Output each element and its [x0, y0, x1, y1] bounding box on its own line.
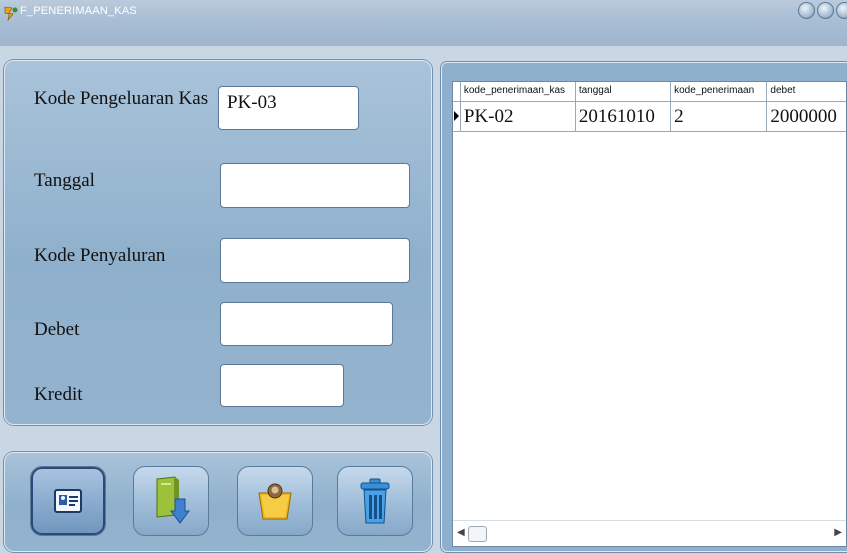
table-cell[interactable]: 2000000 — [767, 102, 846, 131]
debet-label: Debet — [34, 319, 80, 340]
horizontal-scrollbar[interactable]: ◀ ▶ — [453, 520, 846, 546]
tanggal-input[interactable] — [220, 163, 410, 208]
close-button[interactable] — [836, 2, 847, 19]
table-row[interactable]: PK-02 20161010 2 2000000 — [453, 102, 846, 132]
tanggal-label: Tanggal — [34, 170, 95, 191]
window-controls — [798, 2, 847, 19]
column-header[interactable]: kode_penerimaan_kas — [461, 82, 576, 101]
table-cell[interactable]: 20161010 — [576, 102, 672, 131]
edit-button[interactable] — [237, 466, 313, 536]
scroll-thumb[interactable] — [468, 526, 487, 542]
save-down-arrow-icon — [156, 476, 190, 524]
minimize-button[interactable] — [798, 2, 815, 19]
table-cell[interactable]: PK-02 — [461, 102, 576, 131]
column-header[interactable]: debet — [767, 82, 846, 101]
delete-button[interactable] — [337, 466, 413, 536]
debet-input[interactable] — [220, 302, 393, 346]
row-indicator-icon — [453, 102, 461, 131]
column-header[interactable]: kode_penerimaan — [671, 82, 768, 101]
table-cell[interactable]: 2 — [671, 102, 768, 131]
new-record-button[interactable] — [30, 466, 106, 536]
scroll-right-icon[interactable]: ▶ — [834, 527, 842, 538]
kredit-label: Kredit — [34, 384, 83, 405]
kode-penyaluran-label: Kode Penyaluran — [34, 245, 166, 266]
data-grid[interactable]: kode_penerimaan_kas tanggal kode_penerim… — [452, 81, 847, 547]
maximize-button[interactable] — [817, 2, 834, 19]
scroll-left-icon[interactable]: ◀ — [457, 527, 465, 538]
id-card-icon — [54, 489, 82, 513]
app-icon — [4, 6, 18, 21]
edit-folder-icon — [258, 483, 292, 520]
window-title: F_PENERIMAAN_KAS — [20, 5, 137, 17]
kredit-input[interactable] — [220, 364, 344, 407]
kode-penyaluran-input[interactable] — [220, 238, 410, 283]
header-indicator — [453, 82, 461, 101]
triangle-right-icon — [454, 111, 459, 121]
kode-pengeluaran-label: Kode Pengeluaran Kas — [34, 88, 209, 109]
kode-pengeluaran-input[interactable]: PK-03 — [218, 86, 359, 130]
grid-header: kode_penerimaan_kas tanggal kode_penerim… — [453, 82, 846, 102]
column-header[interactable]: tanggal — [576, 82, 672, 101]
trash-icon — [360, 478, 390, 524]
title-bar: F_PENERIMAAN_KAS — [0, 0, 847, 46]
save-button[interactable] — [133, 466, 209, 536]
